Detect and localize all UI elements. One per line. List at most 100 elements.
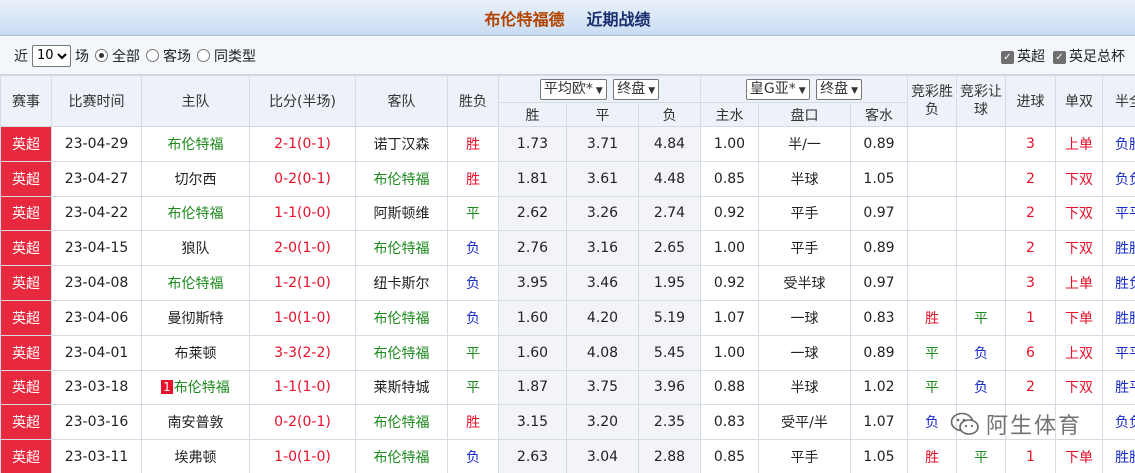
jc-handicap-cell [956,404,1006,441]
score-cell: 1-2(1-0) [249,265,356,301]
jc-result-cell [907,126,957,162]
half-full-cell: 胜负 [1102,265,1135,301]
asia-company-select[interactable]: 皇G亚* ▼ [745,78,810,100]
goals-cell: 2 [1005,369,1056,406]
col-date: 比赛时间 [51,75,142,127]
home-team-cell[interactable]: 布伦特福 [141,265,250,301]
away-team-cell[interactable]: 布伦特福 [355,404,448,441]
asia-odds-header: 皇G亚* ▼ 终盘 ▼ [700,75,908,103]
full-time-score: 2-0 [274,240,298,257]
radio-away[interactable] [146,49,159,62]
asia-away-water: 1.05 [850,439,908,473]
match-count-select[interactable]: 10 [32,44,71,67]
euro-loss-odds: 2.88 [638,439,701,473]
home-team-cell[interactable]: 1 布伦特福 [141,369,250,406]
half-full-cell: 胜胜 [1102,299,1135,336]
score-cell: 1-1(1-0) [249,369,356,406]
jc-result-cell: 负 [907,404,957,441]
euro-loss-odds: 2.74 [638,195,701,232]
half-time-score: (0-0) [297,205,331,222]
asia-away-water: 0.97 [850,265,908,301]
away-team-cell[interactable]: 阿斯顿维 [355,195,448,232]
jc-handicap-cell: 平 [956,439,1006,473]
euro-company-select[interactable]: 平均欧* ▼ [539,78,607,100]
asia-line: 平手 [758,230,851,267]
away-team-cell[interactable]: 布伦特福 [355,230,448,267]
euro-win-odds: 3.95 [498,265,567,301]
euro-loss-odds: 4.84 [638,126,701,162]
home-team-cell[interactable]: 切尔西 [141,160,250,197]
half-full-cell: 平平 [1102,195,1135,232]
asia-line: 半球 [758,369,851,406]
team-title: 布伦特福德 [484,9,565,29]
euro-win-odds: 1.81 [498,160,567,197]
euro-win-odds: 3.15 [498,404,567,441]
score-cell: 1-0(1-0) [249,439,356,473]
home-team-cell[interactable]: 狼队 [141,230,250,267]
away-team-cell[interactable]: 纽卡斯尔 [355,265,448,301]
asia-away-water: 0.89 [850,230,908,267]
half-time-score: (1-0) [297,275,331,292]
away-team-cell[interactable]: 布伦特福 [355,160,448,197]
jc-result-cell: 胜 [907,299,957,336]
euro-win-odds: 1.60 [498,299,567,336]
table-row: 英超 23-04-29 布伦特福 2-1(0-1) 诺丁汉森胜 1.73 3.71 4.84 1… [0,126,1135,162]
col-euro-draw: 平 [566,102,639,127]
result-cell: 平 [447,369,499,406]
table-row: 英超 23-03-11 埃弗顿 1-0(1-0) 布伦特福负 2.63 3.04 2.88 0.… [0,439,1135,473]
euro-win-odds: 2.62 [498,195,567,232]
asia-home-water: 0.85 [700,439,759,473]
score-cell: 3-3(2-2) [249,334,356,371]
full-time-score: 2-1 [274,135,298,152]
euro-draw-odds: 4.20 [566,299,639,336]
full-time-score: 0-2 [274,414,298,431]
home-team-name: 布伦特福 [173,380,230,397]
jc-result-cell [907,265,957,301]
asia-away-water: 0.97 [850,195,908,232]
chevron-down-icon: ▼ [648,85,656,96]
home-team-cell[interactable]: 曼彻斯特 [141,299,250,336]
euro-draw-odds: 3.61 [566,160,639,197]
asia-home-water: 0.92 [700,265,759,301]
half-full-cell: 胜平 [1102,369,1135,406]
date-cell: 23-03-16 [51,404,142,441]
home-team-cell[interactable]: 布伦特福 [141,195,250,232]
result-cell: 负 [447,265,499,301]
score-cell: 1-1(0-0) [249,195,356,232]
date-cell: 23-03-11 [51,439,142,473]
full-time-score: 1-0 [274,309,298,326]
checkbox-fa-cup[interactable]: ✓ 英足总杯 [1053,46,1125,66]
home-team-cell[interactable]: 埃弗顿 [141,439,250,473]
away-team-cell[interactable]: 布伦特福 [355,299,448,336]
jc-handicap-cell [956,160,1006,197]
chevron-down-icon: ▼ [798,85,806,96]
euro-draw-odds: 4.08 [566,334,639,371]
result-cell: 负 [447,439,499,473]
euro-final-select[interactable]: 终盘 ▼ [613,78,660,100]
euro-draw-odds: 3.04 [566,439,639,473]
away-team-cell[interactable]: 诺丁汉森 [355,126,448,162]
away-team-cell[interactable]: 莱斯特城 [355,369,448,406]
checkbox-premier-league[interactable]: ✓ 英超 [1001,46,1045,66]
home-team-cell[interactable]: 南安普敦 [141,404,250,441]
radio-all[interactable] [95,49,108,62]
result-cell: 胜 [447,404,499,441]
asia-home-water: 1.00 [700,230,759,267]
odd-even-cell: 下单 [1055,439,1103,473]
asia-final-select[interactable]: 终盘 ▼ [816,78,863,100]
radio-same-type[interactable] [197,49,210,62]
away-team-cell[interactable]: 布伦特福 [355,439,448,473]
asia-home-water: 0.92 [700,195,759,232]
asia-home-water: 0.88 [700,369,759,406]
score-cell: 0-2(0-1) [249,404,356,441]
home-team-cell[interactable]: 布伦特福 [141,126,250,162]
red-card-badge: 1 [161,380,173,395]
col-asia-away-water: 客水 [850,102,908,127]
euro-win-odds: 2.63 [498,439,567,473]
away-team-cell[interactable]: 布伦特福 [355,334,448,371]
half-full-cell: 平平 [1102,334,1135,371]
home-team-cell[interactable]: 布莱顿 [141,334,250,371]
col-away: 客队 [355,75,448,127]
col-result: 胜负 [447,75,499,127]
asia-line: 一球 [758,299,851,336]
